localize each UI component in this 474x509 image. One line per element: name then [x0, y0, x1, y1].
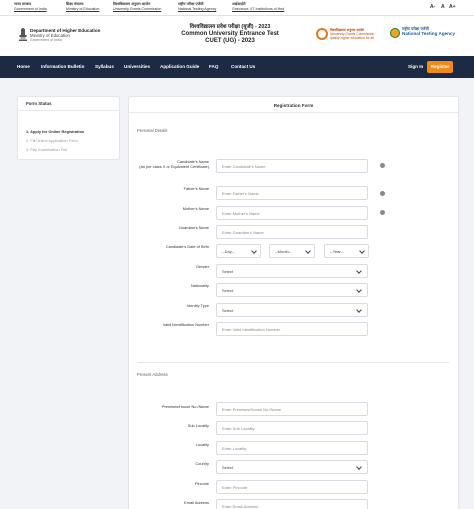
nav-home[interactable]: Home	[17, 64, 30, 69]
form-status-card: Form Status 1. Apply for Online Registra…	[17, 96, 120, 160]
candidate-name-input[interactable]	[216, 159, 368, 173]
gender-label: Gender	[196, 264, 209, 269]
ugc-logo-icon	[316, 28, 328, 40]
exam-title-hindi: विश्वविद्यालय प्रवेश परीक्षा (यूजी) - 20…	[189, 24, 271, 30]
form-status-title: Form Status	[18, 97, 119, 111]
pincode-input[interactable]	[216, 480, 368, 494]
nav-contact-us[interactable]: Contact Us	[231, 64, 255, 69]
nta-text: राष्ट्रीय परीक्षा एजेंसी National Testin…	[402, 27, 472, 36]
guardian-name-input[interactable]	[216, 225, 368, 239]
gov-link-en: Grievance: IIT Institutions of Hed	[232, 6, 285, 11]
section-personal-details: Personal Details	[137, 128, 168, 133]
ugc-tagline: quality higher education for all	[330, 36, 374, 41]
ugc-text: विश्वविद्यालय अनुदान आयोग University Gra…	[330, 28, 390, 41]
register-button[interactable]: Register	[427, 61, 453, 73]
email-label: Email Address	[184, 500, 209, 505]
sub-locality-input[interactable]	[216, 421, 368, 435]
form-step-2: 2. Fill Online Application Form	[26, 138, 78, 143]
candidate-name-note: (As per class X or Equivalent Certificat…	[139, 164, 209, 169]
dob-year-select[interactable]: --Year--	[324, 244, 369, 258]
nav-faq[interactable]: FAQ	[209, 64, 218, 69]
dob-year-value: --Year--	[330, 249, 344, 254]
nationality-label: Nationality	[190, 283, 209, 288]
locality-input[interactable]	[216, 441, 368, 455]
government-name: Government of India	[30, 38, 62, 42]
premises-input[interactable]	[216, 402, 368, 416]
dob-month-value: --Month--	[275, 249, 292, 254]
dob-label: Candidate's Date of Birth	[165, 244, 209, 249]
chevron-down-icon	[356, 287, 362, 293]
father-name-input[interactable]	[216, 186, 368, 200]
dob-month-select[interactable]: --Month--	[269, 244, 315, 258]
country-select[interactable]: Select	[216, 460, 368, 474]
premises-label: Premises/House No./Name	[161, 404, 209, 409]
email-input[interactable]	[216, 499, 368, 509]
info-icon[interactable]	[380, 210, 385, 215]
exam-subtitle: CUET (UG) - 2023	[205, 38, 255, 44]
nta-name: National Testing Agency	[402, 30, 456, 36]
guardian-name-label: Guardian's Name	[178, 225, 209, 230]
font-normal-button[interactable]: A	[441, 4, 445, 10]
nav-application-guide[interactable]: Application Guide	[160, 64, 199, 69]
form-step-3: 3. Pay Examination Fee	[26, 147, 68, 152]
chevron-down-icon	[356, 464, 362, 470]
dob-day-select[interactable]: --Day--	[216, 244, 261, 258]
gov-link-iit[interactable]: आईआईटी Grievance: IIT Institutions of Hed	[232, 2, 284, 11]
mother-name-input[interactable]	[216, 206, 368, 220]
gov-link-en: University Grants Commission	[113, 6, 162, 11]
nationality-select[interactable]: Select	[216, 283, 368, 297]
identity-type-select[interactable]: Select	[216, 303, 368, 317]
dob-day-value: --Day--	[222, 249, 235, 254]
chevron-down-icon	[356, 268, 362, 274]
section-present-address: Present Address	[137, 372, 168, 377]
chevron-down-icon	[359, 248, 365, 254]
gov-link-government-of-india[interactable]: भारत सरकार Government of India	[14, 2, 47, 11]
chevron-down-icon	[251, 248, 257, 254]
font-decrease-button[interactable]: A-	[430, 4, 435, 10]
government-links-strip: भारत सरकार Government of India शिक्षा मंत…	[0, 0, 474, 16]
gender-value: Select	[222, 269, 234, 274]
identification-number-input[interactable]	[216, 322, 368, 336]
country-value: Select	[222, 465, 234, 470]
main-nav: Home Information Bulletin Syllabus Unive…	[0, 56, 474, 78]
national-emblem-icon	[19, 28, 27, 41]
gov-link-en: Ministry of Education	[66, 6, 100, 11]
sign-in-link[interactable]: Sign In	[408, 64, 423, 69]
gender-select[interactable]: Select	[216, 264, 368, 278]
chevron-down-icon	[356, 307, 362, 313]
gov-link-ugc[interactable]: विश्वविद्यालय अनुदान आयोग University Gran…	[113, 2, 161, 11]
nav-syllabus[interactable]: Syllabus	[95, 64, 114, 69]
nav-information-bulletin[interactable]: Information Bulletin	[41, 64, 84, 69]
nationality-value: Select	[222, 288, 234, 293]
exam-title: Common University Entrance Test	[181, 31, 279, 37]
gov-link-nta[interactable]: राष्ट्रीय परीक्षा एजेंसी National Testing…	[178, 2, 216, 11]
department-block: Department of Higher Education Ministry …	[30, 28, 100, 43]
father-name-label: Father's Name	[183, 186, 209, 191]
gov-link-en: Government of India	[14, 6, 47, 11]
font-increase-button[interactable]: A+	[449, 4, 456, 10]
identity-type-label: Identity Type	[187, 303, 209, 308]
info-icon[interactable]	[380, 163, 385, 168]
info-icon[interactable]	[380, 191, 385, 196]
chevron-down-icon	[305, 248, 311, 254]
nta-logo-icon	[390, 28, 400, 38]
locality-label: Locality	[195, 442, 209, 447]
candidate-name-label: Candidate's Name (As per class X or Equi…	[129, 159, 209, 169]
country-label: Country	[195, 461, 209, 466]
identity-type-value: Select	[222, 308, 234, 313]
section-divider	[137, 362, 449, 363]
identification-number-label: Valid Identification Number	[162, 322, 209, 327]
exam-title-block: विश्वविद्यालय प्रवेश परीक्षा (यूजी) - 20…	[130, 22, 330, 44]
gov-link-en: National Testing Agency	[178, 6, 217, 11]
sub-locality-label: Sub Locality	[187, 423, 209, 428]
pincode-label: Pincode	[194, 481, 209, 486]
registration-form-card: Registration Form Personal Details Candi…	[128, 96, 459, 509]
nav-universities[interactable]: Universities	[124, 64, 150, 69]
registration-form-title: Registration Form	[129, 97, 458, 113]
gov-link-ministry-of-education[interactable]: शिक्षा मंत्रालय Ministry of Education	[66, 2, 99, 11]
site-header: Department of Higher Education Ministry …	[0, 16, 474, 56]
mother-name-label: Mother's Name	[182, 206, 209, 211]
form-step-1: 1. Apply for Online Registration	[26, 129, 85, 134]
